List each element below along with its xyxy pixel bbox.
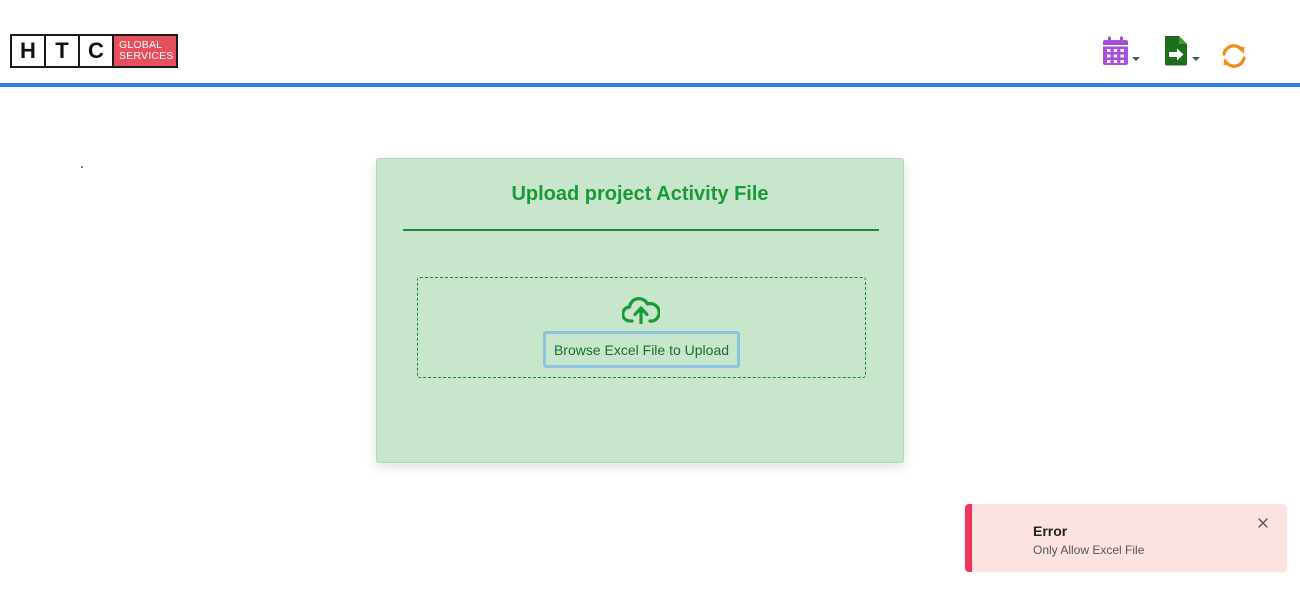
app-header: H T C GLOBAL SERVICES [0,0,1300,83]
file-dropzone[interactable]: Browse Excel File to Upload [417,277,866,378]
logo-letter-h: H [12,36,46,66]
error-toast: Error Only Allow Excel File [965,504,1287,572]
calendar-menu-button[interactable] [1102,34,1140,66]
stray-dot [81,166,83,168]
refresh-icon [1222,44,1246,68]
logo-letter-t: T [46,36,80,66]
toast-message: Only Allow Excel File [1033,543,1145,557]
logo-services-text: SERVICES [119,50,174,62]
logo-letter-c: C [80,36,114,66]
chevron-down-icon [1192,57,1200,61]
card-divider [403,229,879,231]
close-icon[interactable] [1256,516,1270,530]
refresh-button[interactable] [1220,37,1248,69]
logo-global-services: GLOBAL SERVICES [114,36,176,66]
calendar-icon [1103,36,1128,65]
htc-logo[interactable]: H T C GLOBAL SERVICES [10,34,178,68]
cloud-upload-icon [622,297,660,324]
export-menu-button[interactable] [1163,34,1200,66]
upload-card-title: Upload project Activity File [511,183,769,205]
chevron-down-icon [1132,57,1140,61]
export-file-icon [1165,36,1187,66]
toast-title: Error [1033,523,1068,539]
browse-excel-button[interactable]: Browse Excel File to Upload [543,331,740,368]
header-divider [0,83,1300,87]
upload-card: Upload project Activity File Browse Exce… [376,158,904,463]
